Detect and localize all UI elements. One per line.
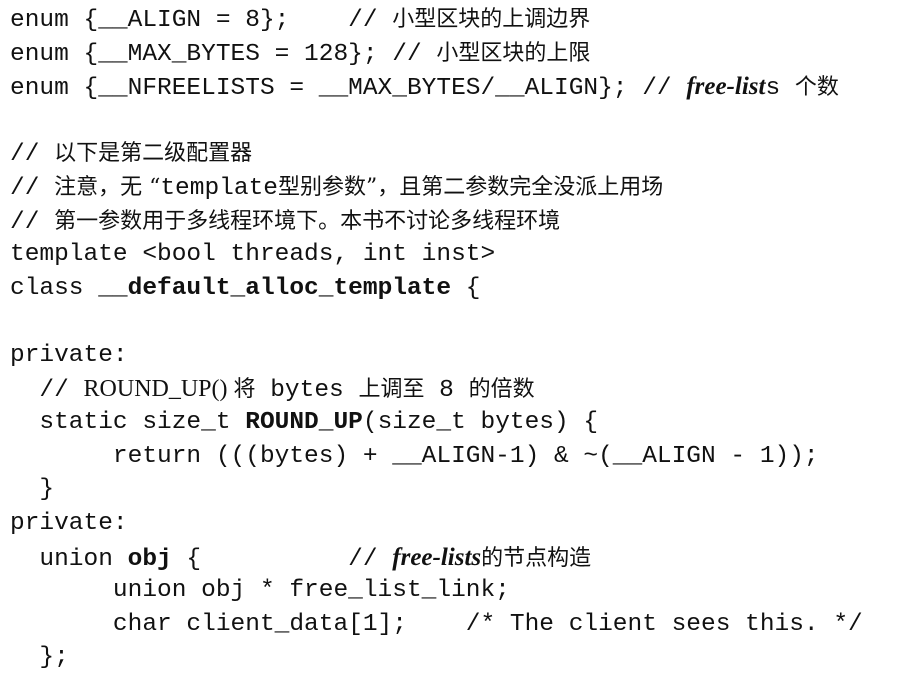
- code-line: enum {__ALIGN = 8}; // 小型区块的上调边界: [10, 3, 863, 37]
- comment-text: 小型区块的上限: [436, 40, 591, 66]
- comment-text: 小型区块的上调边界: [392, 7, 591, 32]
- code-text: __default_alloc_template: [98, 274, 452, 302]
- code-text: s: [765, 75, 795, 103]
- code-line: private:: [10, 339, 863, 373]
- code-text: //: [10, 376, 84, 404]
- code-text: char client_data[1]; /* The client sees …: [10, 610, 863, 638]
- comment-text: 第一参数用于多线程环境下。本书不讨论多线程环境: [54, 208, 561, 234]
- code-text: enum {__ALIGN = 8}; //: [10, 7, 393, 34]
- comment-text: 个数: [794, 75, 839, 101]
- code-line: private:: [10, 507, 863, 541]
- code-line: // 注意，无 “template型别参数”，且第二参数完全没派上用场: [10, 171, 863, 205]
- code-line: };: [10, 641, 863, 675]
- code-text: enum {__NFREELISTS = __MAX_BYTES/__ALIGN…: [10, 75, 687, 103]
- code-text: //: [10, 174, 55, 202]
- code-line: }: [10, 473, 863, 507]
- code-text: ROUND_UP: [245, 409, 363, 437]
- code-line: class __default_alloc_template {: [10, 272, 863, 306]
- code-line: // ROUND_UP() 将 bytes 上调至 8 的倍数: [10, 373, 863, 407]
- comment-text: 以下是第二级配置器: [54, 141, 253, 167]
- code-line: // 以下是第二级配置器: [10, 137, 863, 171]
- code-text: 8: [424, 376, 469, 404]
- code-text: obj: [127, 545, 172, 573]
- comment-text: 将: [233, 376, 256, 402]
- comment-text: 上调至: [358, 376, 425, 402]
- comment-text: 注意，无 “: [54, 174, 161, 200]
- code-line: return (((bytes) + __ALIGN-1) & ~(__ALIG…: [10, 440, 863, 474]
- code-line: char client_data[1]; /* The client sees …: [10, 608, 863, 642]
- code-text: template <bool threads, int inst>: [10, 241, 496, 269]
- code-text: private:: [10, 509, 128, 537]
- code-text: union obj * free_list_link;: [10, 577, 510, 605]
- comment-text: 的倍数: [468, 376, 535, 402]
- code-line: static size_t ROUND_UP(size_t bytes) {: [10, 406, 863, 440]
- code-line: // 第一参数用于多线程环境下。本书不讨论多线程环境: [10, 205, 863, 239]
- code-text: free-lists: [392, 543, 482, 571]
- code-line: union obj * free_list_link;: [10, 574, 863, 608]
- code-text: ROUND_UP(): [83, 375, 234, 402]
- comment-text: 型别参数”，且第二参数完全没派上用场: [277, 174, 664, 200]
- code-text: return (((bytes) + __ALIGN-1) & ~(__ALIG…: [10, 442, 819, 470]
- code-text: }: [10, 476, 55, 504]
- code-text: free-list: [686, 73, 766, 101]
- code-text: class: [10, 274, 99, 302]
- code-text: enum {__MAX_BYTES = 128}; //: [10, 40, 437, 68]
- code-listing: enum {__ALIGN = 8}; // 小型区块的上调边界 enum {__…: [10, 3, 863, 675]
- code-text: //: [10, 141, 55, 169]
- code-line: enum {__NFREELISTS = __MAX_BYTES/__ALIGN…: [10, 70, 863, 104]
- code-text: (size_t bytes) {: [362, 409, 599, 437]
- code-text: template: [160, 174, 278, 202]
- code-text: bytes: [255, 376, 359, 404]
- code-line: template <bool threads, int inst>: [10, 238, 863, 272]
- code-text: static size_t: [10, 409, 246, 437]
- code-line: union obj { // free-lists的节点构造: [10, 541, 863, 575]
- code-text: { //: [171, 545, 393, 573]
- code-line: enum {__MAX_BYTES = 128}; // 小型区块的上限: [10, 37, 863, 71]
- code-text: {: [451, 274, 481, 302]
- comment-text: 的节点构造: [481, 545, 592, 571]
- code-text: //: [10, 208, 55, 236]
- code-text: private:: [10, 341, 128, 369]
- code-text: };: [10, 644, 69, 672]
- code-text: union: [10, 545, 128, 573]
